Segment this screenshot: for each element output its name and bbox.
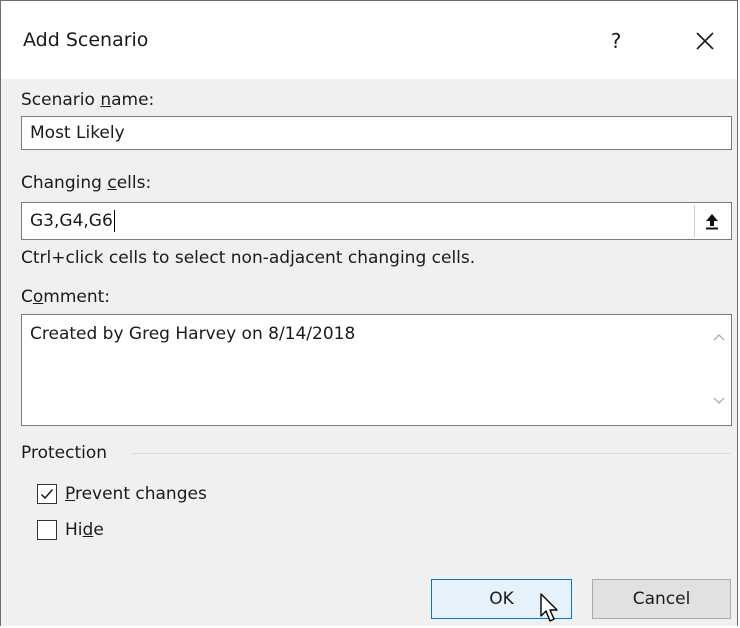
collapse-dialog-icon xyxy=(706,214,718,230)
comment-value: Created by Greg Harvey on 8/14/2018 xyxy=(30,324,356,344)
scenario-name-input[interactable]: Most Likely xyxy=(21,116,732,150)
mouse-pointer-icon xyxy=(540,593,558,622)
changing-cells-label: Changing cells: xyxy=(21,173,152,193)
changing-cells-input[interactable]: G3,G4,G6 xyxy=(21,202,732,240)
close-button[interactable] xyxy=(681,21,731,61)
add-scenario-dialog: Add Scenario ? Scenario name: Most Likel… xyxy=(0,0,738,626)
scenario-name-value: Most Likely xyxy=(30,123,125,143)
prevent-changes-checkbox[interactable] xyxy=(37,484,57,504)
protection-heading: Protection xyxy=(21,443,108,463)
comment-scrollbar[interactable] xyxy=(707,315,731,425)
scroll-up-icon[interactable] xyxy=(713,333,725,341)
title-bar: Add Scenario ? xyxy=(1,1,737,79)
help-button[interactable]: ? xyxy=(591,21,641,61)
changing-cells-value: G3,G4,G6 xyxy=(30,211,113,231)
group-divider xyxy=(131,453,731,454)
hide-checkbox[interactable] xyxy=(37,520,57,540)
dialog-title: Add Scenario xyxy=(23,29,149,51)
comment-label: Comment: xyxy=(21,287,111,307)
scenario-name-label: Scenario name: xyxy=(21,90,155,110)
prevent-changes-label: Prevent changes xyxy=(65,484,207,504)
collapse-dialog-button[interactable] xyxy=(694,205,729,237)
checkmark-icon xyxy=(40,489,54,500)
scroll-down-icon[interactable] xyxy=(713,397,725,405)
changing-cells-hint: Ctrl+click cells to select non-adjacent … xyxy=(21,248,476,268)
prevent-changes-checkbox-row[interactable]: Prevent changes xyxy=(37,484,207,504)
comment-textarea[interactable]: Created by Greg Harvey on 8/14/2018 xyxy=(21,314,732,426)
text-caret xyxy=(113,210,115,232)
cancel-button[interactable]: Cancel xyxy=(592,579,731,619)
hide-checkbox-row[interactable]: Hide xyxy=(37,520,104,540)
close-icon xyxy=(696,32,714,50)
hide-label: Hide xyxy=(65,520,104,540)
